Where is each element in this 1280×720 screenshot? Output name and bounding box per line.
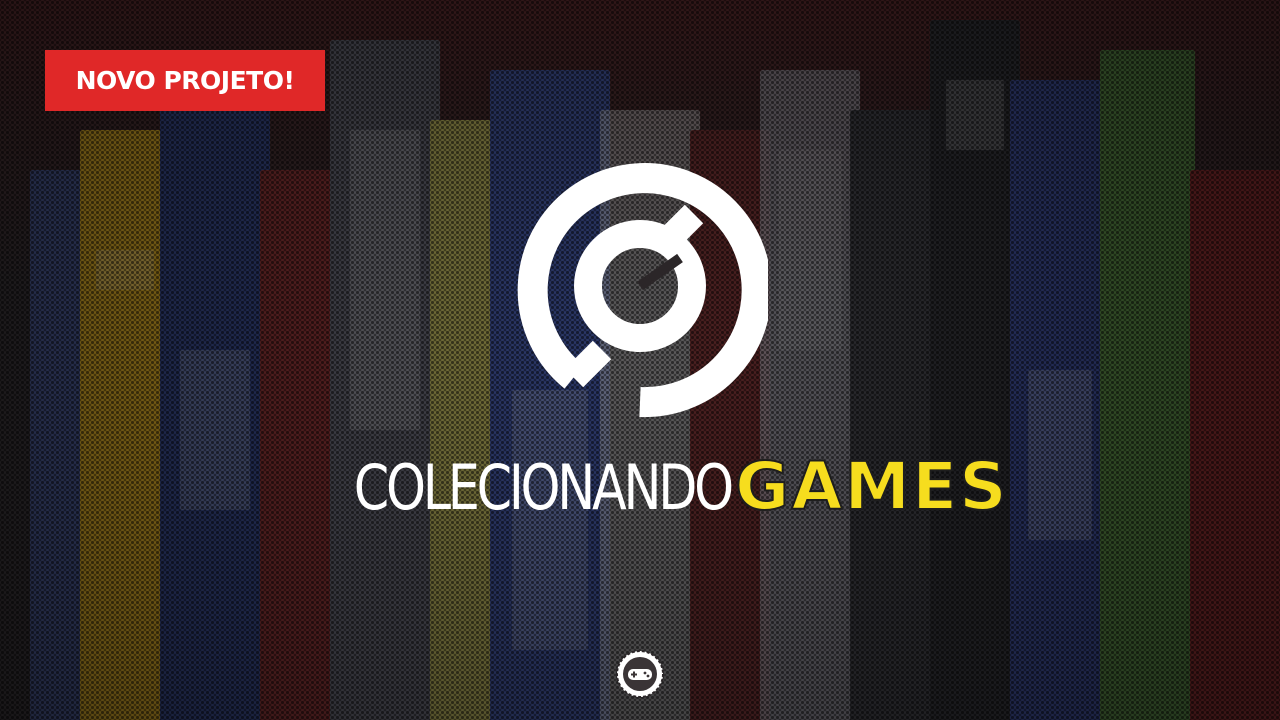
- brand-name-accent: GAMES: [734, 447, 1009, 526]
- brand-name-main: COLECIONANDO: [354, 451, 734, 524]
- banner-canvas: NOVO PROJETO! COLECIONANDO GAMES: [0, 0, 1280, 720]
- brand-wordmark: COLECIONANDO GAMES: [280, 447, 1008, 530]
- new-project-badge: NOVO PROJETO!: [45, 50, 325, 111]
- gamepad-seal-icon: [616, 650, 664, 698]
- g-circle-logo-icon: [517, 163, 768, 418]
